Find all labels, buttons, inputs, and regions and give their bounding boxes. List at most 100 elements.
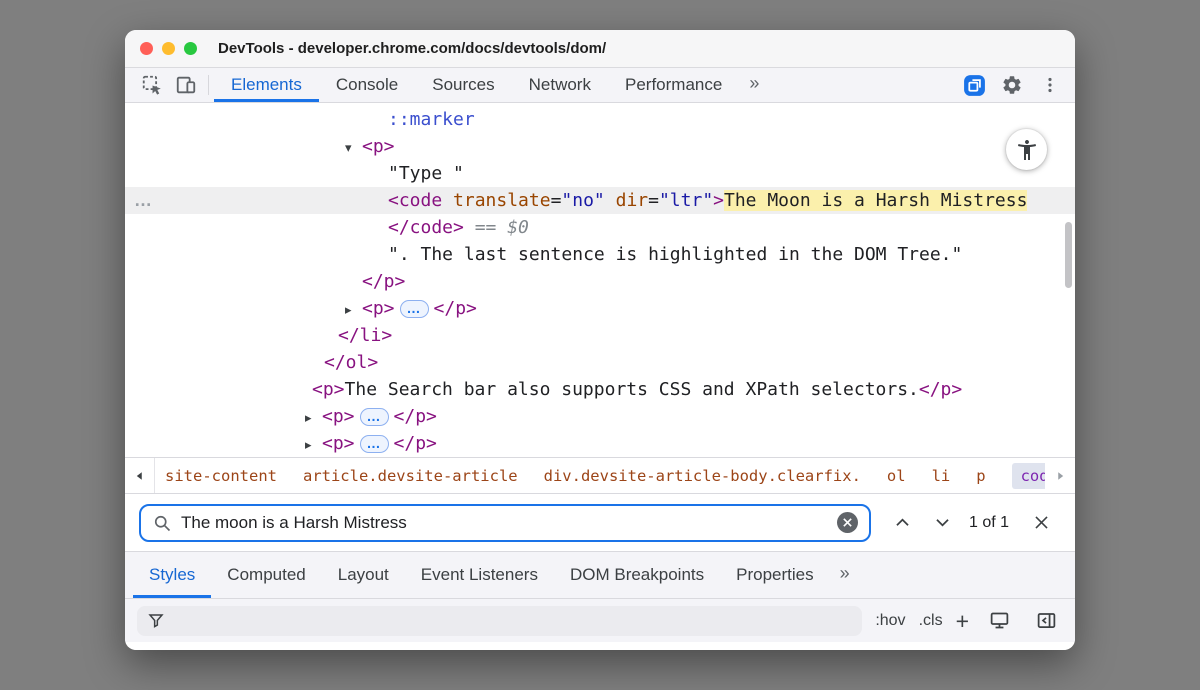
search-input[interactable]: [181, 513, 828, 533]
new-style-rule-button[interactable]: +: [956, 611, 969, 631]
dom-token-tag: </p>: [394, 433, 437, 454]
breadcrumb-item-p[interactable]: p: [976, 467, 985, 485]
tab-styles[interactable]: Styles: [133, 552, 211, 598]
tab-layout[interactable]: Layout: [322, 552, 405, 598]
close-window-button[interactable]: [140, 42, 153, 55]
dom-tree-line[interactable]: </code> == $0: [125, 214, 1075, 241]
row-overflow-icon[interactable]: …: [134, 187, 153, 214]
dom-tree-line[interactable]: </p>: [125, 268, 1075, 295]
tab-elements[interactable]: Elements: [214, 68, 319, 102]
dom-tree-line[interactable]: "Type ": [125, 160, 1075, 187]
tab-properties[interactable]: Properties: [720, 552, 829, 598]
dom-tree-line[interactable]: ". The last sentence is highlighted in t…: [125, 241, 1075, 268]
more-panel-tabs-button[interactable]: »: [830, 552, 859, 598]
breadcrumb-scroll-right-button[interactable]: [1045, 458, 1075, 493]
toolbar-divider: [208, 75, 209, 95]
dom-tree-line[interactable]: <p>The Search bar also supports CSS and …: [125, 376, 1075, 403]
sidebar-toggle-button[interactable]: [1029, 610, 1063, 631]
undock-button[interactable]: [957, 73, 991, 98]
breadcrumb-bar: site-content article.devsite-article div.d…: [125, 457, 1075, 493]
tab-computed[interactable]: Computed: [211, 552, 321, 598]
inline-expand-button[interactable]: …: [360, 435, 389, 453]
expand-arrow-icon[interactable]: ▸: [305, 432, 322, 457]
window-bottom: [125, 642, 1075, 650]
search-result-count: 1 of 1: [969, 514, 1009, 532]
dom-tree-line[interactable]: </ol>: [125, 349, 1075, 376]
tab-performance[interactable]: Performance: [608, 68, 739, 102]
more-menu-button[interactable]: [1033, 75, 1067, 95]
devtools-window: DevTools - developer.chrome.com/docs/dev…: [125, 30, 1075, 650]
device-toolbar-icon: [175, 74, 197, 96]
tab-sources[interactable]: Sources: [415, 68, 511, 102]
dom-tree-line[interactable]: ▾<p>: [125, 133, 1075, 160]
dom-tree-line[interactable]: ▸<p>…</p>: [125, 403, 1075, 430]
next-result-button[interactable]: [923, 504, 963, 542]
dom-token-tag: </ol>: [324, 352, 378, 373]
dom-token-tag: <p>: [312, 379, 345, 400]
inline-expand-button[interactable]: …: [360, 408, 389, 426]
more-tabs-button[interactable]: »: [739, 68, 768, 102]
breadcrumb-item-code[interactable]: code: [1012, 463, 1045, 489]
breadcrumb-items: site-content article.devsite-article div.d…: [155, 463, 1045, 489]
device-toolbar-button[interactable]: [169, 68, 203, 102]
toolbar-right-actions: [957, 68, 1067, 102]
dom-tree-line[interactable]: ::marker: [125, 106, 1075, 133]
expand-arrow-icon[interactable]: ▸: [305, 405, 322, 432]
close-search-button[interactable]: [1021, 504, 1061, 542]
breadcrumb-item-article-devsite-article[interactable]: article.devsite-article: [303, 467, 518, 485]
inspect-icon: [141, 74, 163, 96]
breadcrumb-item-div-devsite-article-body-clearfix[interactable]: div.devsite-article-body.clearfix.: [544, 467, 861, 485]
scrollbar-thumb[interactable]: [1065, 222, 1072, 288]
element-classes-button[interactable]: .cls: [919, 612, 943, 630]
dom-token-tag: <p>: [322, 433, 355, 454]
triangle-left-icon: [133, 469, 147, 483]
dom-tree-line[interactable]: ▸<p>…</p>: [125, 295, 1075, 322]
expand-arrow-icon[interactable]: ▾: [345, 135, 362, 162]
dom-token-tag: <code: [388, 190, 442, 211]
clear-search-button[interactable]: [837, 512, 858, 533]
accessibility-button[interactable]: [1006, 129, 1047, 170]
expand-arrow-icon[interactable]: ▸: [345, 297, 362, 324]
breadcrumb-item-ol[interactable]: ol: [887, 467, 906, 485]
dom-token-tag: </code>: [388, 217, 464, 238]
dom-tree-line[interactable]: …<code translate="no" dir="ltr">The Moon…: [125, 187, 1075, 214]
zoom-window-button[interactable]: [184, 42, 197, 55]
tab-console[interactable]: Console: [319, 68, 415, 102]
dom-token-tag: </p>: [919, 379, 962, 400]
dom-token-var: $0: [507, 217, 529, 238]
clear-x-icon: [842, 517, 853, 528]
breadcrumb-scroll-left-button[interactable]: [125, 458, 155, 493]
minimize-window-button[interactable]: [162, 42, 175, 55]
styles-filter-box: [137, 606, 862, 636]
breadcrumb-item-li[interactable]: li: [932, 467, 951, 485]
inspect-element-button[interactable]: [135, 68, 169, 102]
dom-token-attr: translate: [442, 190, 550, 211]
tab-dom-breakpoints[interactable]: DOM Breakpoints: [554, 552, 720, 598]
breadcrumb-item-site-content[interactable]: site-content: [165, 467, 277, 485]
dom-tree-line[interactable]: </li>: [125, 322, 1075, 349]
dom-token-tag: </p>: [394, 406, 437, 427]
dom-token-val: "ltr": [659, 190, 713, 211]
panel-tabs: StylesComputedLayoutEvent ListenersDOM B…: [133, 552, 830, 598]
undock-icon: [962, 73, 987, 98]
search-bar: 1 of 1: [125, 493, 1075, 551]
inline-expand-button[interactable]: …: [400, 300, 429, 318]
filter-funnel-icon: [147, 612, 165, 630]
dom-tree: ::marker▾<p>"Type "…<code translate="no"…: [125, 103, 1075, 457]
filter-input[interactable]: [173, 612, 852, 629]
desktop-background: DevTools - developer.chrome.com/docs/dev…: [0, 0, 1200, 690]
sidebar-toggle-icon: [1036, 610, 1057, 631]
dom-token-text: "Type ": [388, 163, 464, 184]
close-x-icon: [1032, 513, 1051, 532]
chevron-up-icon: [893, 513, 912, 532]
previous-result-button[interactable]: [883, 504, 923, 542]
dom-tree-line[interactable]: ▸<p> … </p>: [125, 430, 1075, 457]
toggle-element-state-button[interactable]: :hov: [875, 612, 905, 630]
tab-network[interactable]: Network: [512, 68, 608, 102]
dom-token-pseudo: ::marker: [388, 109, 475, 130]
dom-token-dim: ==: [464, 217, 507, 238]
settings-button[interactable]: [995, 74, 1029, 96]
title-bar: DevTools - developer.chrome.com/docs/dev…: [125, 30, 1075, 68]
tab-event-listeners[interactable]: Event Listeners: [405, 552, 554, 598]
rendering-button[interactable]: [982, 610, 1016, 631]
